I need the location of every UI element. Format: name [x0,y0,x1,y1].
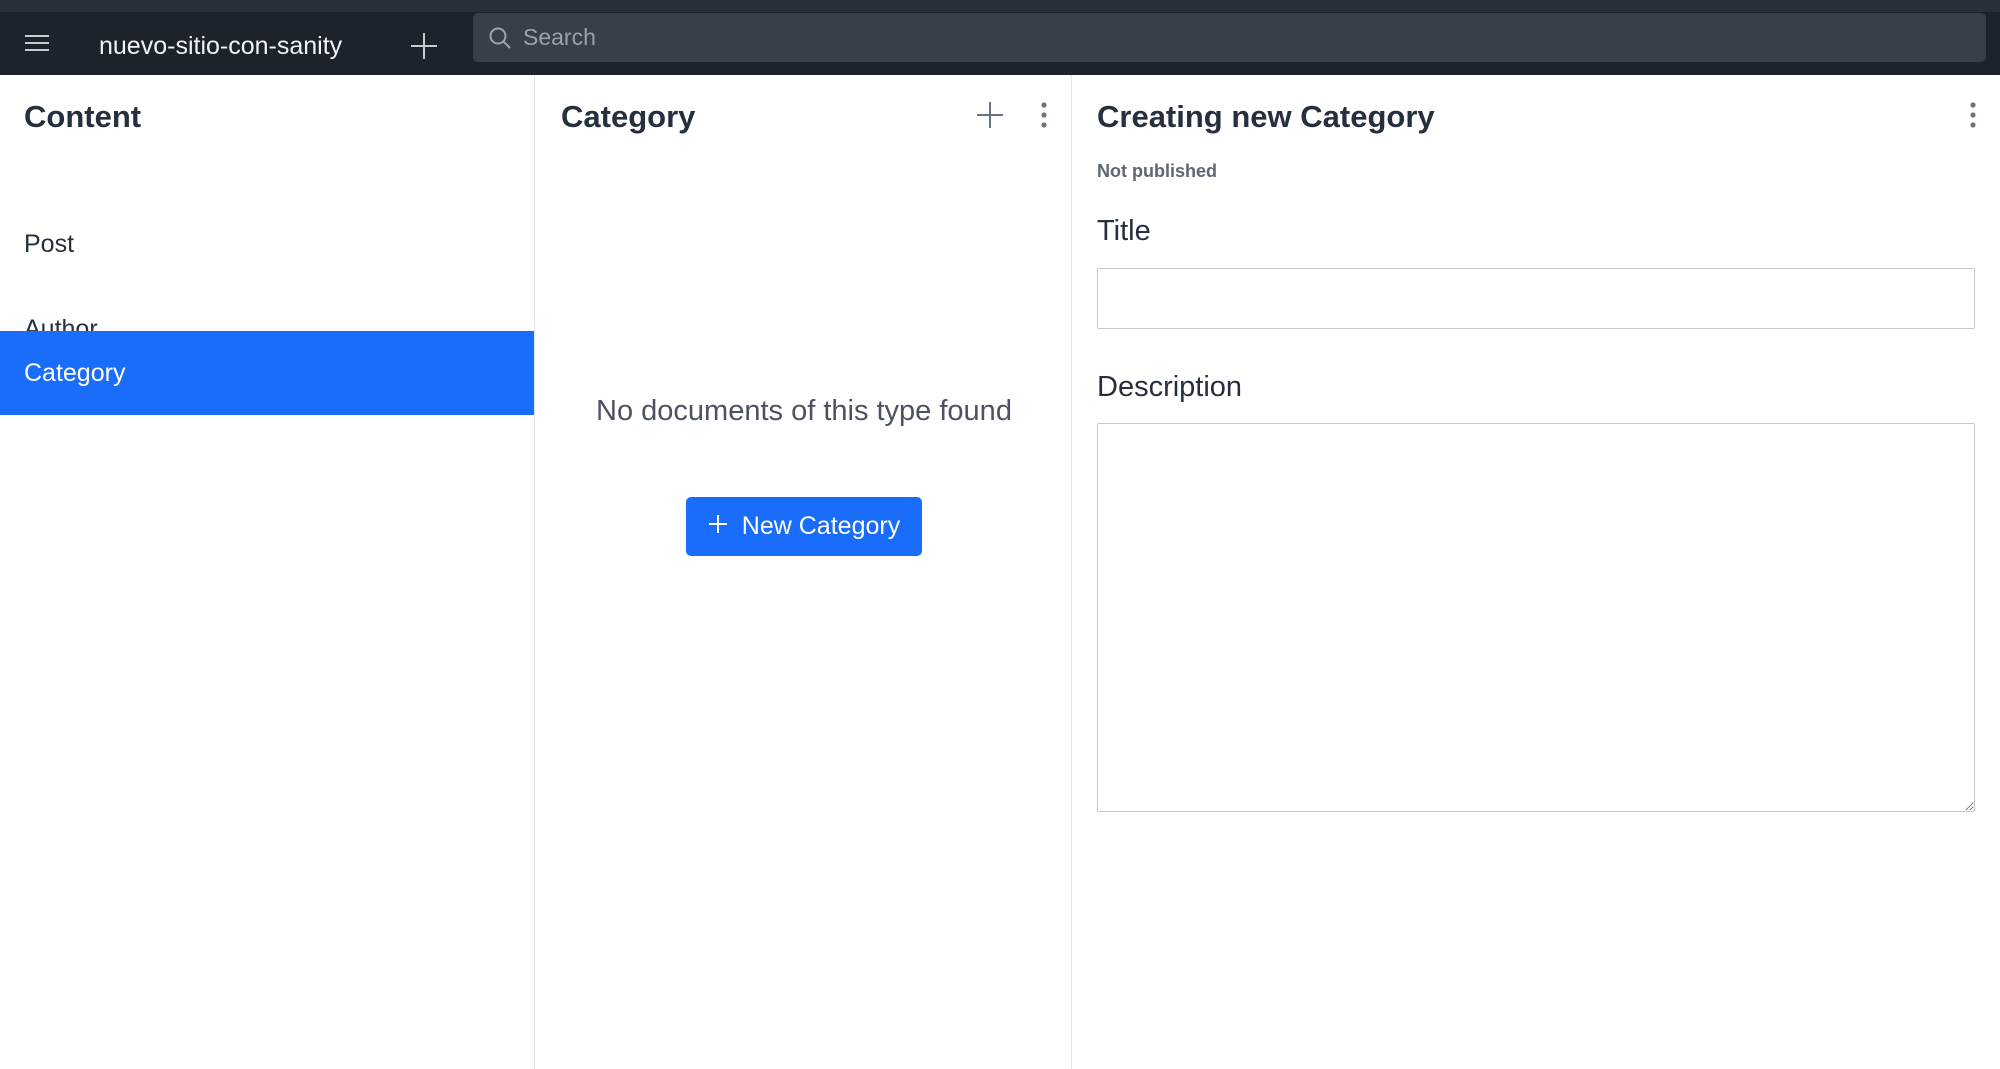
search-input[interactable] [523,13,1986,62]
list-pane-menu-button[interactable] [1024,97,1064,137]
kebab-menu-icon [1969,101,1977,134]
category-list-pane: Category No documents of this type found [536,75,1072,1069]
create-new-document-button[interactable] [404,28,444,68]
content-pane: Content Post Author Category [0,75,535,1069]
content-item-label: Category [24,358,126,387]
app-title[interactable]: nuevo-sitio-con-sanity [99,32,342,61]
empty-state-message: No documents of this type found [596,395,1012,427]
publish-status: Not published [1097,161,1217,181]
content-item-category[interactable]: Category [0,331,534,415]
title-input[interactable] [1097,268,1975,329]
editor-menu-button[interactable] [1953,97,1993,137]
plus-icon [708,512,728,541]
search-icon [487,25,513,51]
pane-title-content: Content [24,99,142,134]
add-category-button[interactable] [970,97,1010,137]
new-category-button[interactable]: New Category [686,497,922,556]
content-item-post[interactable]: Post [0,202,534,287]
plus-icon [975,100,1005,135]
search-bar[interactable] [473,13,1986,62]
document-editor-pane: Creating new Category Not published Titl… [1072,75,2000,1069]
hamburger-icon [24,33,50,58]
kebab-menu-icon [1040,101,1048,134]
new-category-button-label: New Category [741,512,901,540]
pane-title-category: Category [561,99,696,134]
title-field-label: Title [1097,215,1151,247]
editor-title: Creating new Category [1097,99,1435,134]
plus-icon [409,31,439,66]
description-field-label: Description [1097,371,1243,403]
hamburger-menu-button[interactable] [20,30,54,60]
top-navbar: nuevo-sitio-con-sanity [0,0,2000,75]
content-item-label: Post [24,230,75,258]
description-textarea[interactable] [1097,423,1975,812]
